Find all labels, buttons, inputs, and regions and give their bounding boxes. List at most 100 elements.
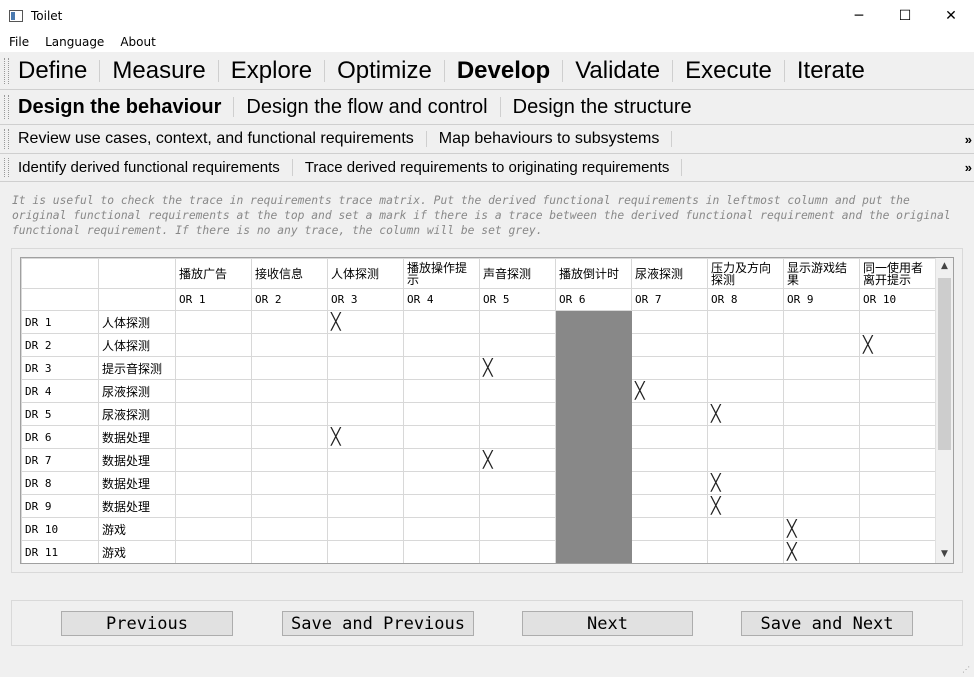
trace-cell[interactable] bbox=[175, 379, 252, 403]
trace-cell[interactable] bbox=[251, 356, 328, 380]
trace-cell[interactable] bbox=[859, 310, 936, 334]
grey-trace-cell[interactable] bbox=[555, 402, 632, 426]
trace-cell[interactable] bbox=[859, 379, 936, 403]
overflow-chevron-icon[interactable]: » bbox=[965, 160, 972, 175]
trace-cell[interactable] bbox=[251, 540, 328, 563]
tab-optimize[interactable]: Optimize bbox=[325, 57, 445, 84]
trace-cell[interactable] bbox=[175, 425, 252, 449]
dr-name-cell[interactable]: 人体探测 bbox=[98, 333, 176, 357]
toolbar-grip[interactable] bbox=[4, 129, 9, 149]
trace-cell[interactable] bbox=[175, 494, 252, 518]
dr-id-cell[interactable]: DR 8 bbox=[21, 471, 99, 495]
or-name-header[interactable]: 压力及方向探测 bbox=[707, 258, 784, 289]
tab-execute[interactable]: Execute bbox=[673, 57, 785, 84]
or-id-header[interactable]: OR 10 bbox=[859, 288, 936, 311]
trace-cell[interactable] bbox=[783, 425, 860, 449]
scroll-thumb[interactable] bbox=[938, 278, 951, 450]
dr-name-cell[interactable]: 数据处理 bbox=[98, 494, 176, 518]
trace-cell[interactable] bbox=[327, 517, 404, 541]
dr-name-cell[interactable]: 提示音探测 bbox=[98, 356, 176, 380]
trace-cell[interactable] bbox=[859, 356, 936, 380]
grey-trace-cell[interactable] bbox=[555, 471, 632, 495]
next-button[interactable]: Next bbox=[522, 611, 693, 636]
trace-cell[interactable] bbox=[479, 333, 556, 357]
grey-trace-cell[interactable] bbox=[555, 379, 632, 403]
trace-cell[interactable] bbox=[327, 379, 404, 403]
trace-cell[interactable]: ╳ bbox=[783, 517, 860, 541]
or-name-header[interactable]: 显示游戏结果 bbox=[783, 258, 860, 289]
tab-iterate[interactable]: Iterate bbox=[785, 57, 877, 84]
trace-cell[interactable] bbox=[403, 310, 480, 334]
or-name-header[interactable]: 尿液探测 bbox=[631, 258, 708, 289]
trace-cell[interactable] bbox=[175, 471, 252, 495]
grey-trace-cell[interactable] bbox=[555, 448, 632, 472]
trace-cell[interactable] bbox=[783, 448, 860, 472]
tab-define[interactable]: Define bbox=[12, 57, 101, 84]
trace-cell[interactable] bbox=[859, 402, 936, 426]
previous-button[interactable]: Previous bbox=[61, 611, 233, 636]
trace-cell[interactable] bbox=[403, 471, 480, 495]
trace-cell[interactable] bbox=[631, 356, 708, 380]
trace-cell[interactable] bbox=[327, 494, 404, 518]
dr-id-cell[interactable]: DR 9 bbox=[21, 494, 99, 518]
trace-cell[interactable]: ╳ bbox=[783, 540, 860, 563]
trace-cell[interactable] bbox=[327, 356, 404, 380]
toolbar-grip[interactable] bbox=[4, 58, 9, 84]
close-button[interactable]: ✕ bbox=[928, 0, 974, 31]
trace-cell[interactable] bbox=[631, 517, 708, 541]
trace-cell[interactable] bbox=[327, 540, 404, 563]
trace-cell[interactable] bbox=[175, 448, 252, 472]
trace-cell[interactable] bbox=[175, 517, 252, 541]
trace-cell[interactable] bbox=[403, 379, 480, 403]
dr-id-cell[interactable]: DR 2 bbox=[21, 333, 99, 357]
grey-trace-cell[interactable] bbox=[555, 356, 632, 380]
toolbar-grip[interactable] bbox=[4, 95, 9, 119]
save-and-next-button[interactable]: Save and Next bbox=[741, 611, 913, 636]
or-name-header[interactable]: 接收信息 bbox=[251, 258, 328, 289]
dr-id-cell[interactable]: DR 7 bbox=[21, 448, 99, 472]
trace-cell[interactable]: ╳ bbox=[327, 310, 404, 334]
trace-cell[interactable] bbox=[403, 517, 480, 541]
trace-cell[interactable] bbox=[175, 356, 252, 380]
or-id-header[interactable]: OR 8 bbox=[707, 288, 784, 311]
dr-name-cell[interactable]: 尿液探测 bbox=[98, 402, 176, 426]
dr-id-cell[interactable]: DR 5 bbox=[21, 402, 99, 426]
trace-cell[interactable] bbox=[631, 494, 708, 518]
trace-cell[interactable] bbox=[479, 540, 556, 563]
trace-cell[interactable] bbox=[631, 310, 708, 334]
trace-cell[interactable] bbox=[251, 471, 328, 495]
trace-cell[interactable] bbox=[859, 448, 936, 472]
menu-language[interactable]: Language bbox=[37, 35, 112, 49]
trace-cell[interactable]: ╳ bbox=[479, 356, 556, 380]
trace-cell[interactable] bbox=[707, 379, 784, 403]
trace-cell[interactable] bbox=[251, 448, 328, 472]
grey-trace-cell[interactable] bbox=[555, 540, 632, 563]
tab-develop[interactable]: Develop bbox=[445, 57, 564, 84]
trace-cell[interactable] bbox=[251, 425, 328, 449]
trace-cell[interactable] bbox=[783, 356, 860, 380]
trace-cell[interactable] bbox=[707, 425, 784, 449]
trace-cell[interactable] bbox=[403, 333, 480, 357]
or-name-header[interactable]: 人体探测 bbox=[327, 258, 404, 289]
trace-cell[interactable] bbox=[327, 471, 404, 495]
resize-grip-icon[interactable]: ⋰ bbox=[962, 665, 972, 675]
minimize-button[interactable]: ─ bbox=[836, 0, 882, 31]
tab-map-behaviours[interactable]: Map behaviours to subsystems bbox=[427, 130, 673, 148]
trace-cell[interactable] bbox=[327, 333, 404, 357]
trace-cell[interactable] bbox=[631, 425, 708, 449]
tab-identify-derived[interactable]: Identify derived functional requirements bbox=[12, 159, 293, 176]
trace-cell[interactable] bbox=[707, 310, 784, 334]
trace-cell[interactable] bbox=[251, 494, 328, 518]
dr-name-cell[interactable]: 游戏 bbox=[98, 517, 176, 541]
or-name-header[interactable]: 声音探测 bbox=[479, 258, 556, 289]
trace-cell[interactable] bbox=[859, 494, 936, 518]
dr-id-cell[interactable]: DR 3 bbox=[21, 356, 99, 380]
grey-trace-cell[interactable] bbox=[555, 310, 632, 334]
trace-cell[interactable] bbox=[707, 540, 784, 563]
grey-trace-cell[interactable] bbox=[555, 425, 632, 449]
trace-cell[interactable] bbox=[631, 540, 708, 563]
or-id-header[interactable]: OR 3 bbox=[327, 288, 404, 311]
trace-cell[interactable] bbox=[327, 448, 404, 472]
dr-name-cell[interactable]: 数据处理 bbox=[98, 471, 176, 495]
trace-cell[interactable] bbox=[783, 402, 860, 426]
